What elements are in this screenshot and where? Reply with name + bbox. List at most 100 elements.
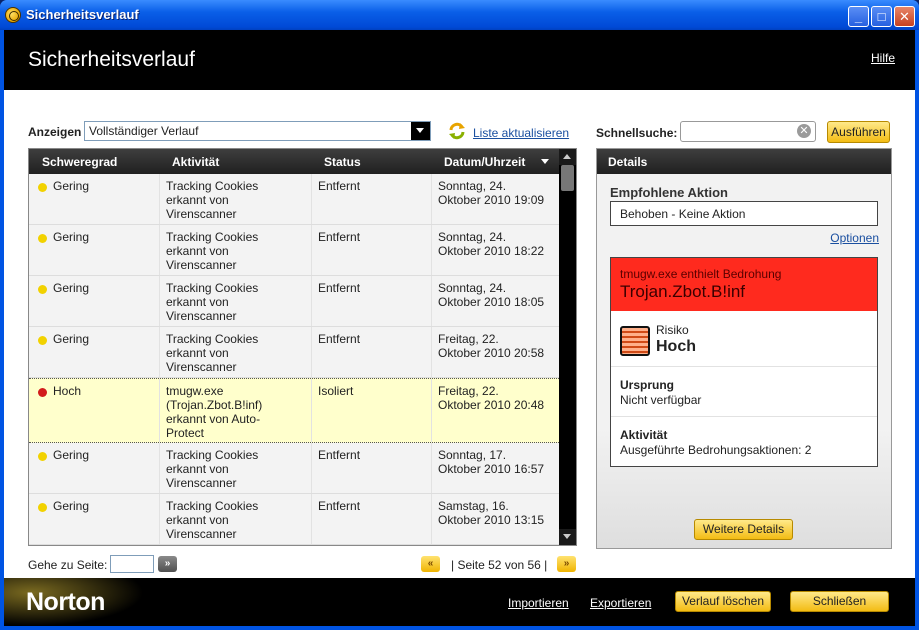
- threat-card: tmugw.exe enthielt Bedrohung Trojan.Zbot…: [610, 257, 878, 467]
- severity-cell: Gering: [53, 230, 90, 244]
- activity-cell-line: (Trojan.Zbot.B!inf): [166, 398, 263, 412]
- page-indicator: | Seite 52 von 56 |: [451, 558, 548, 572]
- date-cell-line: Sonntag, 17.: [438, 448, 507, 462]
- refresh-list-link[interactable]: Liste aktualisieren: [473, 126, 569, 140]
- date-cell-line: Freitag, 22.: [438, 384, 499, 398]
- next-page-button[interactable]: »: [557, 556, 576, 572]
- activity-cell-line: Virenscanner: [166, 258, 237, 272]
- status-cell: Entfernt: [311, 327, 431, 377]
- activity-cell-line: Virenscanner: [166, 207, 237, 221]
- table-row[interactable]: Gering Tracking Cookies erkannt von Virensc…: [29, 327, 559, 378]
- column-header-date[interactable]: Datum/Uhrzeit: [444, 155, 525, 169]
- status-cell: Entfernt: [311, 494, 431, 544]
- scroll-thumb[interactable]: [561, 165, 574, 191]
- date-cell: Sonntag, 17. Oktober 2010 16:57: [431, 443, 559, 493]
- activity-cell-line: Virenscanner: [166, 309, 237, 323]
- table-row[interactable]: Gering Tracking Cookies erkannt von Virensc…: [29, 494, 559, 545]
- chevron-down-icon[interactable]: [411, 122, 430, 140]
- table-row[interactable]: Gering Tracking Cookies erkannt von Virensc…: [29, 276, 559, 327]
- date-cell-line: Samstag, 16.: [438, 499, 509, 513]
- title-bar[interactable]: Sicherheitsverlauf _ □ ✕: [0, 0, 919, 30]
- table-row[interactable]: Gering Tracking Cookies erkannt von Virensc…: [29, 174, 559, 225]
- window-title: Sicherheitsverlauf: [26, 7, 139, 22]
- severity-indicator-icon: [38, 452, 47, 461]
- activity-cell: Tracking Cookies erkannt von Virenscanner: [159, 174, 311, 224]
- activity-cell-line: erkannt von: [166, 346, 229, 360]
- date-cell-line: Oktober 2010 20:58: [438, 346, 545, 360]
- table-header: Schweregrad Aktivität Status Datum/Uhrze…: [29, 149, 559, 174]
- table-row[interactable]: Hoch tmugw.exe (Trojan.Zbot.B!inf) erkannt …: [29, 378, 559, 443]
- activity-cell-line: erkannt von: [166, 462, 229, 476]
- date-cell-line: Oktober 2010 18:05: [438, 295, 545, 309]
- risk-value: Hoch: [656, 338, 696, 355]
- maximize-button[interactable]: □: [871, 6, 892, 27]
- activity-cell-line: Tracking Cookies: [166, 230, 259, 244]
- quicksearch-input[interactable]: [680, 121, 816, 142]
- table-body: Gering Tracking Cookies erkannt von Virensc…: [29, 174, 559, 545]
- export-link[interactable]: Exportieren: [590, 596, 651, 610]
- status-cell: Entfernt: [311, 174, 431, 224]
- date-cell: Sonntag, 24. Oktober 2010 18:22: [431, 225, 559, 275]
- app-footer: Norton Importieren Exportieren Verlauf l…: [4, 578, 915, 626]
- activity-cell-line: Tracking Cookies: [166, 332, 259, 346]
- scroll-up-icon[interactable]: [559, 149, 576, 165]
- view-filter-select[interactable]: Vollständiger Verlauf: [84, 121, 431, 141]
- activity-label: Aktivität: [620, 428, 668, 442]
- severity-cell: Gering: [53, 332, 90, 346]
- scroll-down-icon[interactable]: [559, 529, 576, 545]
- close-window-button[interactable]: ✕: [894, 6, 915, 27]
- activity-cell-line: tmugw.exe: [166, 384, 224, 398]
- minimize-button[interactable]: _: [848, 6, 869, 27]
- goto-page-label: Gehe zu Seite:: [28, 558, 108, 572]
- details-panel: Details Empfohlene Aktion Behoben - Kein…: [596, 148, 892, 549]
- column-header-severity[interactable]: Schweregrad: [42, 155, 117, 169]
- risk-label: Risiko: [656, 323, 689, 337]
- clear-search-icon[interactable]: ✕: [797, 124, 811, 138]
- activity-cell: Tracking Cookies erkannt von Virenscanner: [159, 225, 311, 275]
- threat-banner: tmugw.exe enthielt Bedrohung Trojan.Zbot…: [611, 258, 877, 311]
- more-details-button[interactable]: Weitere Details: [694, 519, 793, 540]
- risk-level-icon: [620, 326, 650, 356]
- severity-indicator-icon: [38, 388, 47, 397]
- severity-indicator-icon: [38, 336, 47, 345]
- goto-page-input[interactable]: [110, 555, 154, 573]
- quicksearch-run-button[interactable]: Ausführen: [827, 121, 890, 143]
- severity-indicator-icon: [38, 285, 47, 294]
- divider: [611, 366, 877, 367]
- activity-cell-line: erkannt von Auto-: [166, 412, 261, 426]
- vertical-scrollbar[interactable]: [559, 149, 576, 545]
- table-row[interactable]: Gering Tracking Cookies erkannt von Virensc…: [29, 225, 559, 276]
- table-row[interactable]: Gering Tracking Cookies erkannt von Virensc…: [29, 443, 559, 494]
- norton-logo-text: Norton: [26, 588, 105, 616]
- refresh-icon[interactable]: [448, 122, 466, 140]
- details-header: Details: [597, 149, 891, 174]
- activity-cell-line: Tracking Cookies: [166, 499, 259, 513]
- column-header-activity[interactable]: Aktivität: [172, 155, 219, 169]
- options-link[interactable]: Optionen: [830, 231, 879, 245]
- date-cell: Samstag, 16. Oktober 2010 13:15: [431, 494, 559, 544]
- norton-app-icon: [5, 7, 21, 23]
- date-cell-line: Sonntag, 24.: [438, 281, 507, 295]
- activity-cell-line: Virenscanner: [166, 527, 237, 541]
- date-cell: Freitag, 22. Oktober 2010 20:58: [431, 327, 559, 377]
- activity-cell-line: erkannt von: [166, 295, 229, 309]
- date-cell-line: Oktober 2010 19:09: [438, 193, 545, 207]
- severity-cell: Gering: [53, 448, 90, 462]
- goto-page-button[interactable]: »: [158, 556, 177, 572]
- severity-cell: Hoch: [53, 384, 82, 398]
- previous-page-button[interactable]: «: [421, 556, 440, 572]
- status-cell: Isoliert: [311, 379, 431, 442]
- date-cell-line: Sonntag, 24.: [438, 179, 507, 193]
- date-cell-line: Freitag, 22.: [438, 332, 499, 346]
- severity-cell: Gering: [53, 179, 90, 193]
- column-header-status[interactable]: Status: [324, 155, 361, 169]
- clear-history-button[interactable]: Verlauf löschen: [675, 591, 771, 612]
- activity-cell-line: Tracking Cookies: [166, 448, 259, 462]
- activity-cell-line: Virenscanner: [166, 476, 237, 490]
- view-filter-value: Vollständiger Verlauf: [89, 124, 199, 138]
- sort-descending-icon[interactable]: [541, 159, 549, 164]
- help-link[interactable]: Hilfe: [871, 51, 895, 65]
- quicksearch-label: Schnellsuche:: [596, 126, 678, 140]
- import-link[interactable]: Importieren: [508, 596, 569, 610]
- close-button[interactable]: Schließen: [790, 591, 889, 612]
